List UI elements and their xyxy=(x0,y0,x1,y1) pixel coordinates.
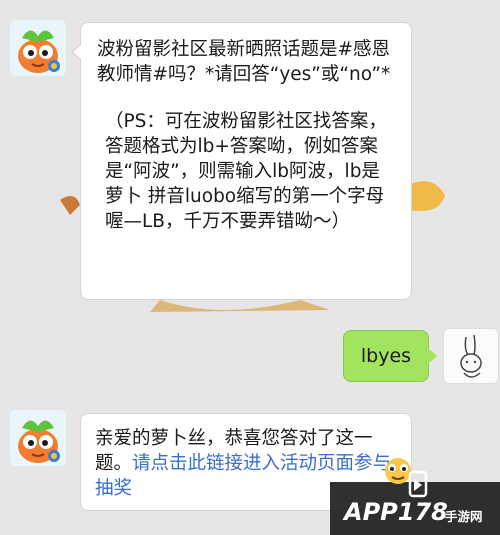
rabbit-sketch-icon xyxy=(444,329,498,383)
message-bubble-user: lbyes xyxy=(343,330,437,382)
bot-avatar[interactable] xyxy=(10,410,66,466)
carrot-mascot-icon xyxy=(10,410,66,466)
phone-logo-icon xyxy=(408,470,428,498)
user-avatar[interactable] xyxy=(443,328,499,384)
bot-avatar[interactable] xyxy=(10,20,66,76)
message-text: lbyes xyxy=(360,345,412,367)
message-bubble-bot-1: 波粉留影社区最新晒照话题是#感恩教师情#吗？*请回答“yes”或“no”* （P… xyxy=(71,22,412,300)
message-text: 波粉留影社区最新晒照话题是#感恩教师情#吗？*请回答“yes”或“no”* xyxy=(97,39,391,85)
carrot-mascot-icon xyxy=(10,20,66,76)
message-hint-text: （PS：可在波粉留影社区找答案，答题格式为lb+答案呦，例如答案是“阿波”，则需… xyxy=(105,111,387,232)
watermark-brand: APP178 xyxy=(344,498,448,526)
watermark-sub: 手游网 xyxy=(445,509,483,524)
